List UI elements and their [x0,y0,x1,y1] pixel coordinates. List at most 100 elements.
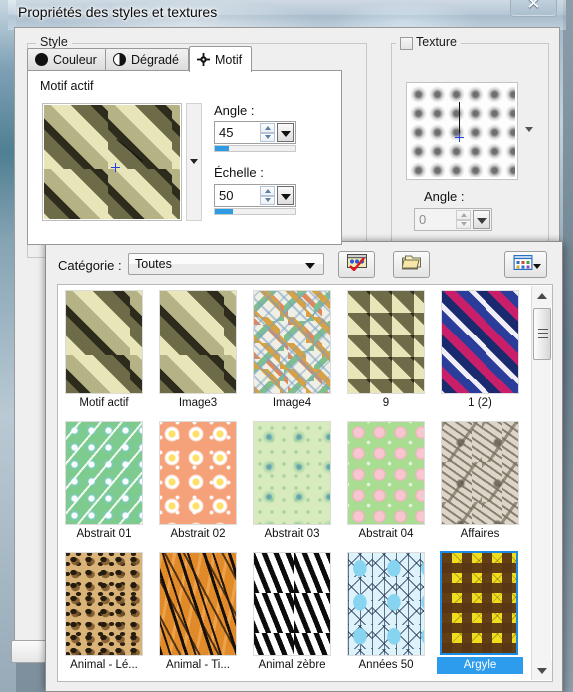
screen: Propriétés des styles et textures ✕ Styl… [0,0,573,692]
pattern-label: 9 [382,397,390,409]
pattern-cell-motif-actif[interactable]: Motif actif [61,290,147,414]
pattern-cell-animal-zebre[interactable]: Animal zèbre [249,552,335,676]
texture-angle-stepper[interactable] [456,210,471,229]
pattern-cell-1-2[interactable]: 1 (2) [437,290,523,414]
echelle-decrease-icon[interactable] [260,195,275,205]
chevron-down-icon [305,263,315,269]
pattern-thumbnail [159,421,237,525]
half-circle-icon [113,53,126,66]
tab-motif[interactable]: Motif [189,46,253,72]
pattern-row: Abstrait 01 Abstrait 02 Abstrait 03 Abst… [59,419,531,545]
tab-couleur-label: Couleur [53,52,97,67]
tab-degrade[interactable]: Dégradé [105,48,189,70]
pattern-label: Argyle [437,657,523,674]
echelle-slider[interactable] [214,208,296,215]
pattern-thumbnail [347,421,425,525]
texture-label-text: Texture [416,35,457,49]
pattern-label: Abstrait 01 [76,528,132,540]
category-label: Catégorie : [58,258,122,273]
pattern-cell-animal-leopard[interactable]: Animal - Lé... [61,552,147,676]
pattern-grid-scrollbar[interactable] [531,286,552,680]
pattern-dropdown-button[interactable] [186,103,202,221]
pattern-label: Animal - Ti... [166,659,230,671]
category-dropdown[interactable]: Toutes [128,253,324,275]
texture-dropdown-button[interactable] [522,82,536,180]
texture-center-marker[interactable] [454,132,464,142]
pattern-cell-abstrait-04[interactable]: Abstrait 04 [343,421,429,545]
copy-folder-button[interactable] [393,251,430,278]
pattern-thumbnail [253,290,331,394]
pattern-thumbnail [441,421,519,525]
angle-value: 45 [219,125,234,140]
texture-angle-decrease-icon[interactable] [456,219,471,229]
pattern-label: 1 (2) [468,397,492,409]
pattern-cell-annees-50[interactable]: Années 50 [343,552,429,676]
angle-increase-icon[interactable] [260,123,275,133]
angle-stepper[interactable] [260,123,275,142]
pattern-thumbnail [65,290,143,394]
texture-angle-value: 0 [419,212,427,227]
pattern-center-marker[interactable] [110,162,120,172]
echelle-increase-icon[interactable] [260,186,275,196]
pattern-cell-image4[interactable]: Image4 [249,290,335,414]
echelle-label: Échelle : [214,165,264,180]
active-pattern-art [44,105,180,219]
texture-angle-label: Angle : [424,189,465,204]
texture-angle-dropdown-icon[interactable] [473,210,490,229]
active-pattern-preview[interactable] [42,103,182,221]
pattern-label: Image3 [178,397,218,409]
grid-view-icon [512,254,533,275]
texture-preview[interactable] [406,82,518,180]
pattern-cell-animal-tigre[interactable]: Animal - Ti... [155,552,241,676]
echelle-value: 50 [219,188,234,203]
title-bar[interactable]: Propriétés des styles et textures ✕ [8,0,566,30]
tab-motif-label: Motif [215,52,243,67]
pattern-grid: Motif actif Image3 Image4 9 1 (2) Abstra… [59,286,531,680]
pattern-cell-affaires[interactable]: Affaires [437,421,523,545]
tab-couleur[interactable]: Couleur [27,48,107,70]
chevron-down-icon [525,127,533,132]
pattern-cell-argyle[interactable]: Argyle [437,551,523,676]
texture-checkbox[interactable] [400,37,413,50]
echelle-stepper[interactable] [260,186,275,205]
pattern-grid-icon [197,53,210,66]
echelle-spinner[interactable]: 50 [214,184,296,207]
scroll-up-button[interactable] [532,286,552,305]
texture-angle-increase-icon[interactable] [456,210,471,220]
pattern-cell-image3[interactable]: Image3 [155,290,241,414]
scrollbar-thumb[interactable] [533,308,551,360]
angle-spinner[interactable]: 45 [214,121,296,144]
palette-check-icon [346,253,367,276]
echelle-dropdown-icon[interactable] [277,186,294,205]
pattern-cell-abstrait-02[interactable]: Abstrait 02 [155,421,241,545]
texture-group: Texture Angle : 0 [391,35,549,258]
texture-angle-spinner[interactable]: 0 [414,208,492,231]
view-mode-button[interactable] [504,251,547,278]
tab-degrade-label: Dégradé [131,52,179,67]
pattern-browser-popup: Catégorie : Toutes Motif actif Image3 Im… [45,241,563,692]
pattern-thumbnail [65,552,143,656]
pattern-cell-9[interactable]: 9 [343,290,429,414]
category-value: Toutes [135,257,172,271]
window-title: Propriétés des styles et textures [18,4,218,20]
close-button[interactable]: ✕ [510,0,557,17]
angle-slider[interactable] [214,145,296,152]
pattern-label: Motif actif [79,397,129,409]
pattern-grid-area: Motif actif Image3 Image4 9 1 (2) Abstra… [57,284,553,682]
pattern-angle-handle[interactable] [99,139,144,183]
angle-decrease-icon[interactable] [260,132,275,142]
pattern-label: Abstrait 04 [358,528,414,540]
pattern-label: Années 50 [358,659,414,671]
pattern-cell-abstrait-03[interactable]: Abstrait 03 [249,421,335,545]
pattern-label: Animal - Lé... [70,659,138,671]
pattern-label: Affaires [460,528,500,540]
pattern-thumbnail [441,290,519,394]
scroll-down-button[interactable] [532,661,552,680]
edit-selection-button[interactable] [338,251,375,278]
angle-dropdown-icon[interactable] [277,123,294,142]
pattern-label: Image4 [272,397,312,409]
pattern-thumbnail [65,421,143,525]
echelle-slider-fill [215,209,233,214]
pattern-label: Animal zèbre [258,659,326,671]
pattern-cell-abstrait-01[interactable]: Abstrait 01 [61,421,147,545]
